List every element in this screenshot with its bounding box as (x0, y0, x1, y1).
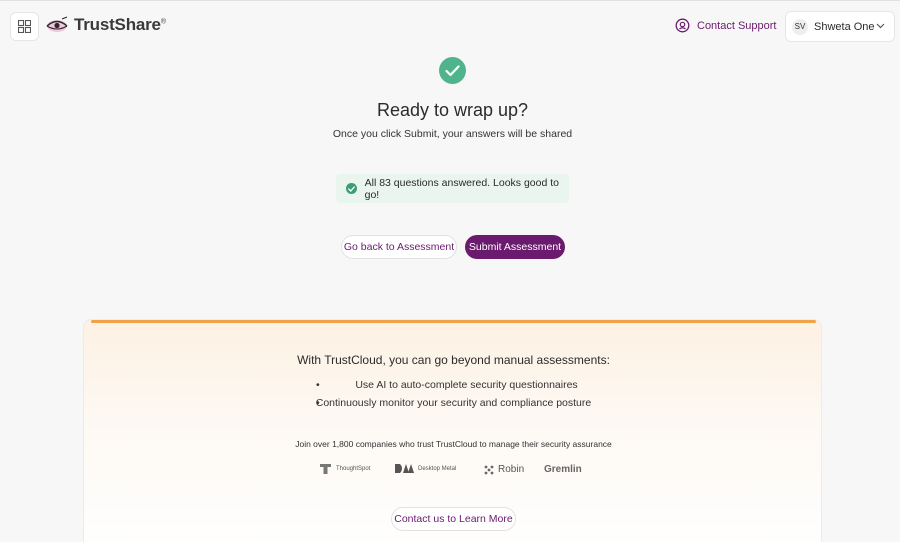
page-subtitle: Once you click Submit, your answers will… (332, 128, 573, 140)
support-icon (675, 18, 690, 33)
list-item: • Use AI to auto-complete security questi… (316, 379, 578, 391)
logo-text: TrustShare® (74, 15, 166, 34)
user-name: Shweta One (814, 20, 875, 33)
check-circle-icon (439, 57, 466, 84)
avatar: SV (792, 18, 808, 35)
promo-accent-bar (91, 320, 816, 323)
submit-assessment-button[interactable]: Submit Assessment (465, 235, 565, 259)
customer-logos: ThoughtSpot Desktop Metal Robin Gremlin (84, 464, 821, 480)
status-message: All 83 questions answered. Looks good to… (364, 176, 559, 201)
contact-learn-more-button[interactable]: Contact us to Learn More (391, 507, 516, 531)
top-bar: TrustShare® Contact Support SV Shweta On… (0, 0, 900, 52)
robin-logo: Robin (484, 464, 524, 475)
success-check-icon (346, 183, 357, 194)
grid-icon (18, 20, 31, 33)
apps-menu-button[interactable] (10, 12, 39, 41)
thoughtspot-logo: ThoughtSpot (320, 464, 370, 474)
eye-logo-icon (46, 16, 68, 32)
list-item: • Continuously monitor your security and … (315, 396, 592, 409)
go-back-button[interactable]: Go back to Assessment (341, 235, 457, 259)
join-text: Join over 1,800 companies who trust Trus… (295, 439, 612, 449)
contact-support-link[interactable]: Contact Support (675, 18, 777, 33)
robin-mark-icon (484, 465, 494, 474)
gremlin-logo: Gremlin (544, 464, 582, 475)
chevron-down-icon (876, 23, 885, 29)
desktop-metal-logo: Desktop Metal (395, 464, 456, 473)
promo-title: With TrustCloud, you can go beyond manua… (297, 353, 610, 367)
page-title: Ready to wrap up? (376, 100, 529, 120)
user-menu-dropdown[interactable]: SV Shweta One (785, 11, 895, 42)
promo-card: With TrustCloud, you can go beyond manua… (83, 319, 822, 542)
thoughtspot-mark-icon (320, 464, 331, 474)
contact-support-label: Contact Support (697, 19, 777, 32)
status-banner: All 83 questions answered. Looks good to… (336, 174, 569, 203)
promo-feature-list: • Use AI to auto-complete security questi… (84, 379, 821, 414)
trustshare-logo[interactable]: TrustShare® (46, 15, 166, 35)
desktop-metal-mark-icon (395, 464, 414, 473)
